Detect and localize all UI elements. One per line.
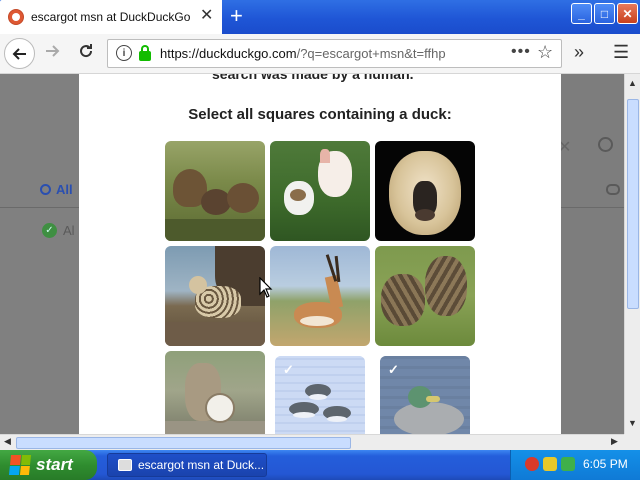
close-window-button[interactable]: ✕ xyxy=(617,3,638,24)
vertical-scroll-thumb[interactable] xyxy=(627,99,639,309)
chat-icon xyxy=(606,184,620,195)
search-icon xyxy=(40,184,51,195)
minimize-button[interactable]: _ xyxy=(571,3,592,24)
scroll-up-icon[interactable]: ▲ xyxy=(628,78,637,88)
lock-icon[interactable] xyxy=(139,45,151,61)
captcha-tile-serval[interactable] xyxy=(165,246,265,346)
mouse-cursor-icon xyxy=(259,277,273,298)
check-circle-icon: ✓ xyxy=(42,223,57,238)
scroll-down-icon[interactable]: ▼ xyxy=(628,418,637,428)
forward-button[interactable] xyxy=(44,42,60,64)
captcha-tile-kitten[interactable] xyxy=(165,351,265,434)
divider xyxy=(0,207,79,208)
scroll-right-icon[interactable]: ▶ xyxy=(611,436,618,447)
new-tab-button[interactable]: + xyxy=(230,4,243,28)
divider xyxy=(561,207,624,208)
arrow-left-icon xyxy=(12,47,26,60)
start-label: start xyxy=(36,455,73,474)
page-viewport: All ✓ Al ✕ search was made by a human. S… xyxy=(0,74,624,434)
navigation-bar: i https://duckduckgo.com/?q=escargot+msn… xyxy=(0,34,640,74)
background-results-right xyxy=(561,74,624,434)
tab-all: All xyxy=(40,182,73,197)
overflow-chevron-icon[interactable]: » xyxy=(574,42,584,63)
horizontal-scrollbar[interactable]: ◀ ▶ xyxy=(0,434,624,450)
system-tray: 6:05 PM xyxy=(510,450,640,480)
windows-taskbar: start escargot msn at Duck... 6:05 PM xyxy=(0,450,640,480)
security-alert-icon[interactable] xyxy=(525,457,539,471)
menu-hamburger-icon[interactable]: ☰ xyxy=(613,42,629,63)
arrow-right-icon xyxy=(46,45,60,57)
captcha-tile-monkey[interactable] xyxy=(375,141,475,241)
captcha-heading: Select all squares containing a duck: xyxy=(188,106,452,123)
taskbar-window-button[interactable]: escargot msn at Duck... xyxy=(107,453,267,477)
filter-label: Al xyxy=(63,223,75,238)
browser-tab[interactable]: escargot msn at DuckDuckGo ✕ xyxy=(0,0,222,34)
start-button[interactable]: start xyxy=(0,450,97,480)
search-icon xyxy=(598,137,613,152)
scroll-left-icon[interactable]: ◀ xyxy=(4,436,11,447)
clock: 6:05 PM xyxy=(583,457,628,471)
horizontal-scroll-thumb[interactable] xyxy=(16,437,351,449)
tab-close-icon[interactable]: ✕ xyxy=(200,8,213,24)
captcha-tile-cats[interactable] xyxy=(375,246,475,346)
url-text[interactable]: https://duckduckgo.com/?q=escargot+msn&t… xyxy=(160,46,446,61)
vertical-scrollbar[interactable]: ▲ ▼ xyxy=(624,74,640,434)
captcha-tile-mallard[interactable]: ✓ xyxy=(380,356,470,434)
shield-icon[interactable] xyxy=(543,457,557,471)
windows-logo-icon xyxy=(8,455,32,475)
taskbar-window-label: escargot msn at Duck... xyxy=(138,458,265,472)
captcha-tile-ducks-in-grass[interactable] xyxy=(165,141,265,241)
background-results-left xyxy=(0,74,79,434)
captcha-tile-ducks-on-water[interactable]: ✓ xyxy=(275,356,365,434)
captcha-intro-text: search was made by a human. xyxy=(212,74,414,82)
bookmark-star-icon[interactable]: ☆ xyxy=(537,42,553,63)
info-icon[interactable]: i xyxy=(116,45,132,61)
duckduckgo-favicon-icon xyxy=(8,9,24,25)
tab-title: escargot msn at DuckDuckGo xyxy=(31,10,191,24)
scrollbar-corner xyxy=(624,434,640,450)
selected-check-icon: ✓ xyxy=(283,362,294,377)
window-icon xyxy=(118,459,132,471)
reload-button[interactable] xyxy=(78,42,94,64)
back-button[interactable] xyxy=(4,38,35,69)
maximize-button[interactable]: □ xyxy=(594,3,615,24)
browser-titlebar: escargot msn at DuckDuckGo ✕ + _ □ ✕ xyxy=(0,0,640,34)
reload-icon xyxy=(80,44,93,58)
captcha-tile-gazelle[interactable] xyxy=(270,246,370,346)
captcha-tile-dogs[interactable] xyxy=(270,141,370,241)
selected-check-icon: ✓ xyxy=(388,362,399,377)
address-bar[interactable]: i https://duckduckgo.com/?q=escargot+msn… xyxy=(107,39,562,68)
page-actions-icon[interactable]: ••• xyxy=(511,43,531,61)
captcha-modal: search was made by a human. Select all s… xyxy=(79,74,561,434)
network-icon[interactable] xyxy=(561,457,575,471)
